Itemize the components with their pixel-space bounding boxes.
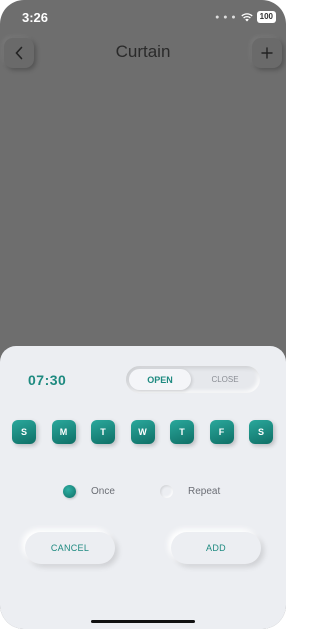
add-button[interactable]	[252, 38, 282, 68]
once-radio[interactable]	[63, 484, 76, 498]
signal-icon: ● ● ●	[215, 13, 237, 21]
day-tuesday-button[interactable]: T	[91, 420, 115, 444]
schedule-time[interactable]: 07:30	[28, 372, 66, 388]
day-wednesday-button[interactable]: W	[130, 420, 155, 444]
schedule-sheet: 07:30 OPEN CLOSE S M T W T F S Once Repe…	[0, 346, 286, 629]
open-close-toggle: OPEN CLOSE	[126, 366, 260, 393]
repeat-radio[interactable]	[160, 484, 173, 498]
status-bar: 3:26 ● ● ● 100	[0, 0, 286, 34]
day-saturday-button[interactable]: S	[249, 420, 273, 444]
cancel-button[interactable]: CANCEL	[25, 532, 115, 564]
once-label: Once	[91, 485, 115, 497]
day-friday-button[interactable]: F	[209, 420, 234, 444]
status-time: 3:26	[22, 10, 49, 25]
day-monday-button[interactable]: M	[51, 420, 76, 444]
add-schedule-button[interactable]: ADD	[171, 532, 261, 564]
phone-screen: 3:26 ● ● ● 100 Curtain 07:30 OPEN CLOSE …	[0, 0, 286, 629]
header: Curtain	[0, 36, 286, 72]
wifi-icon	[240, 12, 253, 21]
weekday-selector: S M T W T F S	[12, 420, 274, 444]
day-sunday-button[interactable]: S	[12, 420, 36, 444]
battery-icon: 100	[256, 11, 276, 23]
toggle-open-option[interactable]: OPEN	[129, 369, 191, 390]
toggle-close-option[interactable]: CLOSE	[194, 369, 256, 390]
status-icons: ● ● ● 100	[215, 11, 276, 23]
plus-icon	[261, 47, 273, 59]
day-thursday-button[interactable]: T	[170, 420, 194, 444]
repeat-label: Repeat	[188, 485, 221, 497]
home-indicator	[91, 620, 195, 623]
page-title: Curtain	[115, 42, 171, 61]
once-option[interactable]: Once	[63, 483, 115, 499]
repeat-option[interactable]: Repeat	[160, 483, 220, 499]
